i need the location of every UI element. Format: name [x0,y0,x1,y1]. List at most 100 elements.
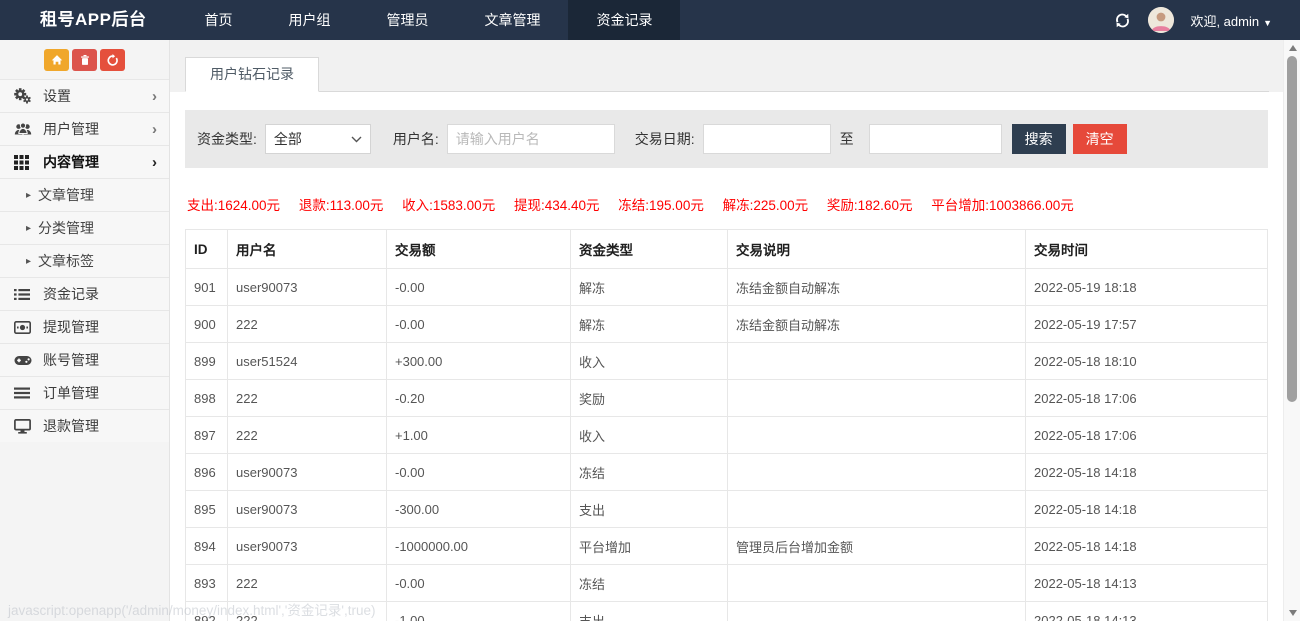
header-fund-type: 资金类型 [571,230,728,269]
stat-refund: 退款:113.00元 [299,198,384,213]
cell-id: 900 [186,306,228,343]
vertical-scrollbar[interactable] [1283,40,1300,621]
table-row[interactable]: 900 222 -0.00 解冻 冻结金额自动解冻 2022-05-19 17:… [186,306,1268,343]
sidebar-item-settings[interactable]: 设置 › [0,79,169,112]
cell-description [728,417,1026,454]
cell-amount: -0.20 [387,380,571,417]
cell-amount: -0.00 [387,306,571,343]
table-row[interactable]: 896 user90073 -0.00 冻结 2022-05-18 14:18 [186,454,1268,491]
nav-item-user-group[interactable]: 用户组 [260,0,358,40]
table-row[interactable]: 901 user90073 -0.00 解冻 冻结金额自动解冻 2022-05-… [186,269,1268,306]
main-content: 用户钻石记录 资金类型: 全部 用户名: 交易日期: 至 搜索 清空 [170,40,1283,621]
cell-description: 冻结金额自动解冻 [728,306,1026,343]
scrollbar-thumb[interactable] [1287,56,1297,402]
avatar[interactable] [1148,7,1174,33]
search-button[interactable]: 搜索 [1012,124,1066,154]
fund-type-select[interactable]: 全部 [265,124,371,154]
stat-frozen: 冻结:195.00元 [618,198,704,213]
sidebar-subitem-article-management[interactable]: ▸ 文章管理 [0,178,169,211]
triangle-right-icon: ▸ [26,190,31,201]
sidebar-item-withdrawal-management[interactable]: 提现管理 [0,310,169,343]
username-label: 用户名: [393,129,439,149]
sidebar-item-refund-management[interactable]: 退款管理 [0,409,169,442]
username-input[interactable] [447,124,615,154]
sidebar-item-label: 订单管理 [43,383,157,403]
table-row[interactable]: 895 user90073 -300.00 支出 2022-05-18 14:1… [186,491,1268,528]
fund-type-selected-value: 全部 [274,129,351,149]
stat-withdraw: 提现:434.40元 [514,198,600,213]
cell-fund-type: 支出 [571,602,728,621]
refresh-icon[interactable] [1114,11,1132,29]
sidebar: 设置 › 用户管理 › 内容管理 › ▸ 文章管理 ▸ 分类管理 ▸ [0,40,170,621]
table-row[interactable]: 897 222 +1.00 收入 2022-05-18 17:06 [186,417,1268,454]
sidebar-subitem-article-tags[interactable]: ▸ 文章标签 [0,244,169,277]
users-icon [14,122,34,136]
tab-bar: 用户钻石记录 [185,57,1269,92]
cell-time: 2022-05-18 14:18 [1026,491,1268,528]
cell-fund-type: 冻结 [571,454,728,491]
sidebar-item-order-management[interactable]: 订单管理 [0,376,169,409]
header-time: 交易时间 [1026,230,1268,269]
cell-fund-type: 冻结 [571,565,728,602]
cell-fund-type: 收入 [571,343,728,380]
cell-description [728,602,1026,621]
cell-time: 2022-05-18 17:06 [1026,417,1268,454]
sidebar-item-label: 提现管理 [43,317,157,337]
stat-reward: 奖励:182.60元 [827,198,913,213]
chevron-down-icon: ▼ [1263,18,1272,28]
cell-id: 893 [186,565,228,602]
cell-amount: -0.00 [387,269,571,306]
cell-fund-type: 收入 [571,417,728,454]
scroll-up-arrow[interactable] [1284,40,1300,56]
home-button[interactable] [44,49,69,71]
cell-id: 894 [186,528,228,565]
user-menu[interactable]: 欢迎, admin ▼ [1190,11,1272,30]
sidebar-subitem-category-management[interactable]: ▸ 分类管理 [0,211,169,244]
gears-icon [14,88,34,104]
cell-fund-type: 支出 [571,491,728,528]
reload-button[interactable] [100,49,125,71]
table-row[interactable]: 898 222 -0.20 奖励 2022-05-18 17:06 [186,380,1268,417]
welcome-text: 欢迎, admin [1190,14,1259,29]
sidebar-item-label: 内容管理 [43,152,152,172]
cell-amount: -0.00 [387,565,571,602]
table-row[interactable]: 892 222 -1.00 支出 2022-05-18 14:13 [186,602,1268,621]
sidebar-item-content-management[interactable]: 内容管理 › [0,145,169,178]
nav-item-fund-records[interactable]: 资金记录 [568,0,680,40]
cell-username: 222 [228,417,387,454]
trade-date-label: 交易日期: [635,129,695,149]
nav-item-admin[interactable]: 管理员 [358,0,456,40]
chevron-right-icon: › [152,89,157,104]
cell-username: 222 [228,602,387,621]
table-header-row: ID 用户名 交易额 资金类型 交易说明 交易时间 [186,230,1268,269]
sidebar-item-user-management[interactable]: 用户管理 › [0,112,169,145]
admin-app: 租号APP后台 首页 用户组 管理员 文章管理 资金记录 [0,0,1300,621]
date-to-input[interactable] [869,124,1002,154]
fund-type-label: 资金类型: [197,129,257,149]
sidebar-item-fund-records[interactable]: 资金记录 [0,277,169,310]
table-row[interactable]: 899 user51524 +300.00 收入 2022-05-18 18:1… [186,343,1268,380]
cell-time: 2022-05-19 18:18 [1026,269,1268,306]
tab-user-diamond-records[interactable]: 用户钻石记录 [185,57,319,92]
table-row[interactable]: 893 222 -0.00 冻结 2022-05-18 14:13 [186,565,1268,602]
scroll-down-arrow[interactable] [1284,605,1300,621]
monitor-icon [14,419,34,434]
sidebar-item-account-management[interactable]: 账号管理 [0,343,169,376]
trash-button[interactable] [72,49,97,71]
date-from-input[interactable] [703,124,831,154]
cell-time: 2022-05-18 17:06 [1026,380,1268,417]
clear-button[interactable]: 清空 [1073,124,1127,154]
summary-stats: 支出:1624.00元 退款:113.00元 收入:1583.00元 提现:43… [185,194,1268,214]
sidebar-toolbar [0,40,169,79]
bars-icon [14,387,34,399]
stat-income: 收入:1583.00元 [402,198,495,213]
sidebar-item-label: 退款管理 [43,416,157,436]
cell-time: 2022-05-18 18:10 [1026,343,1268,380]
nav-item-home[interactable]: 首页 [176,0,260,40]
cell-amount: -0.00 [387,454,571,491]
cell-username: user90073 [228,454,387,491]
stat-platform-add: 平台增加:1003866.00元 [931,198,1074,213]
table-row[interactable]: 894 user90073 -1000000.00 平台增加 管理员后台增加金额… [186,528,1268,565]
nav-item-article-management[interactable]: 文章管理 [456,0,568,40]
cell-username: user90073 [228,269,387,306]
